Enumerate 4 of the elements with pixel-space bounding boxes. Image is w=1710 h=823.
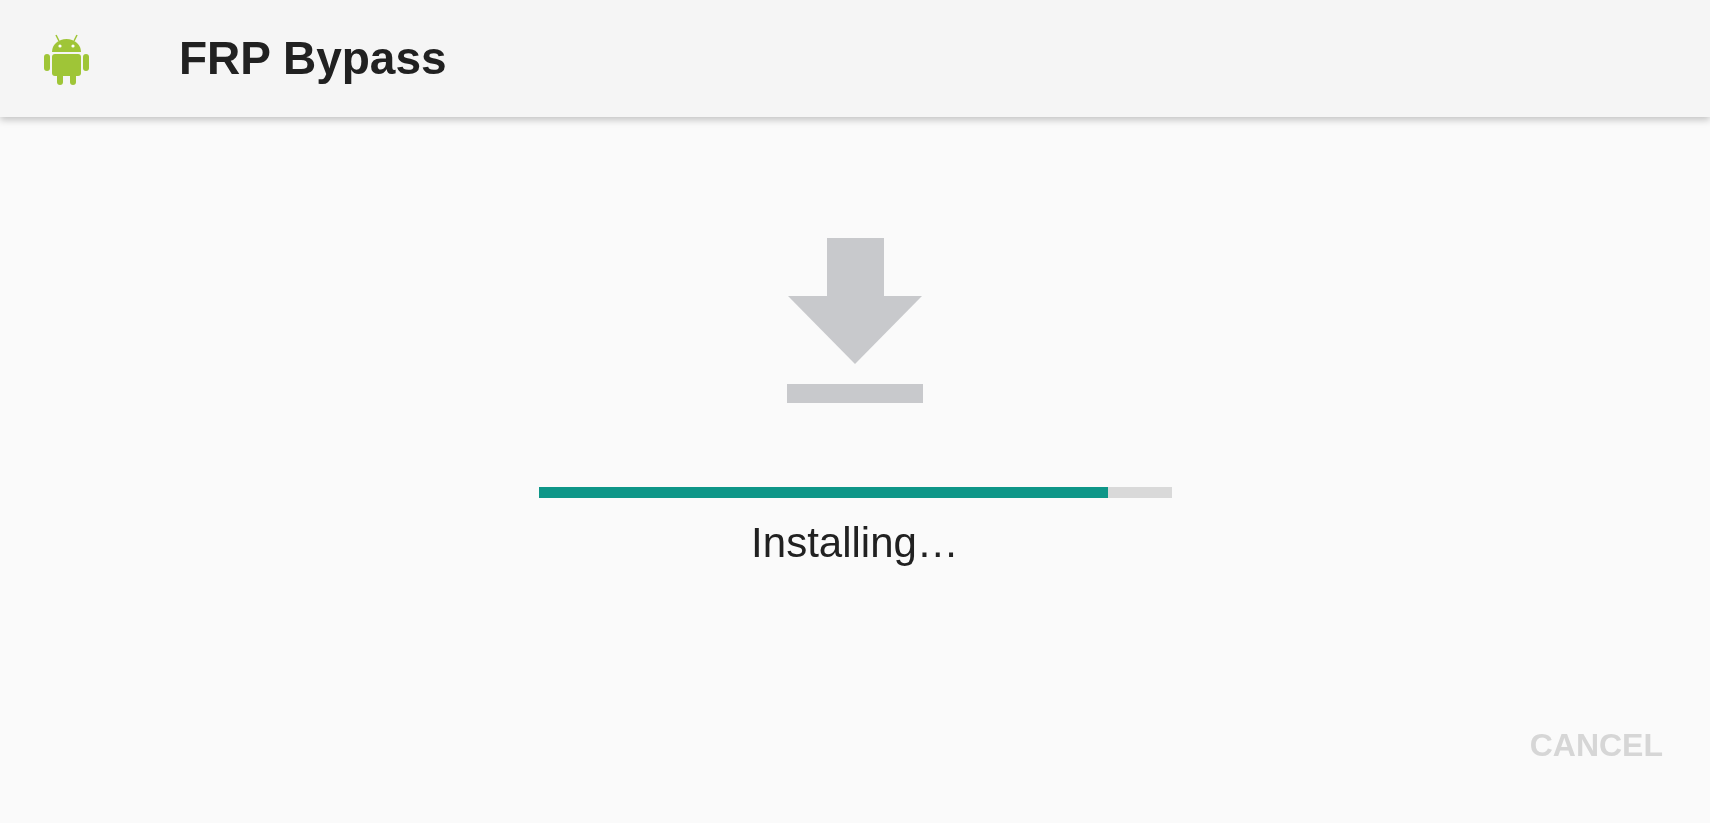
download-icon (787, 238, 923, 403)
robot-icon (44, 32, 89, 85)
app-title: FRP Bypass (179, 30, 447, 86)
status-text: Installing… (751, 518, 959, 568)
